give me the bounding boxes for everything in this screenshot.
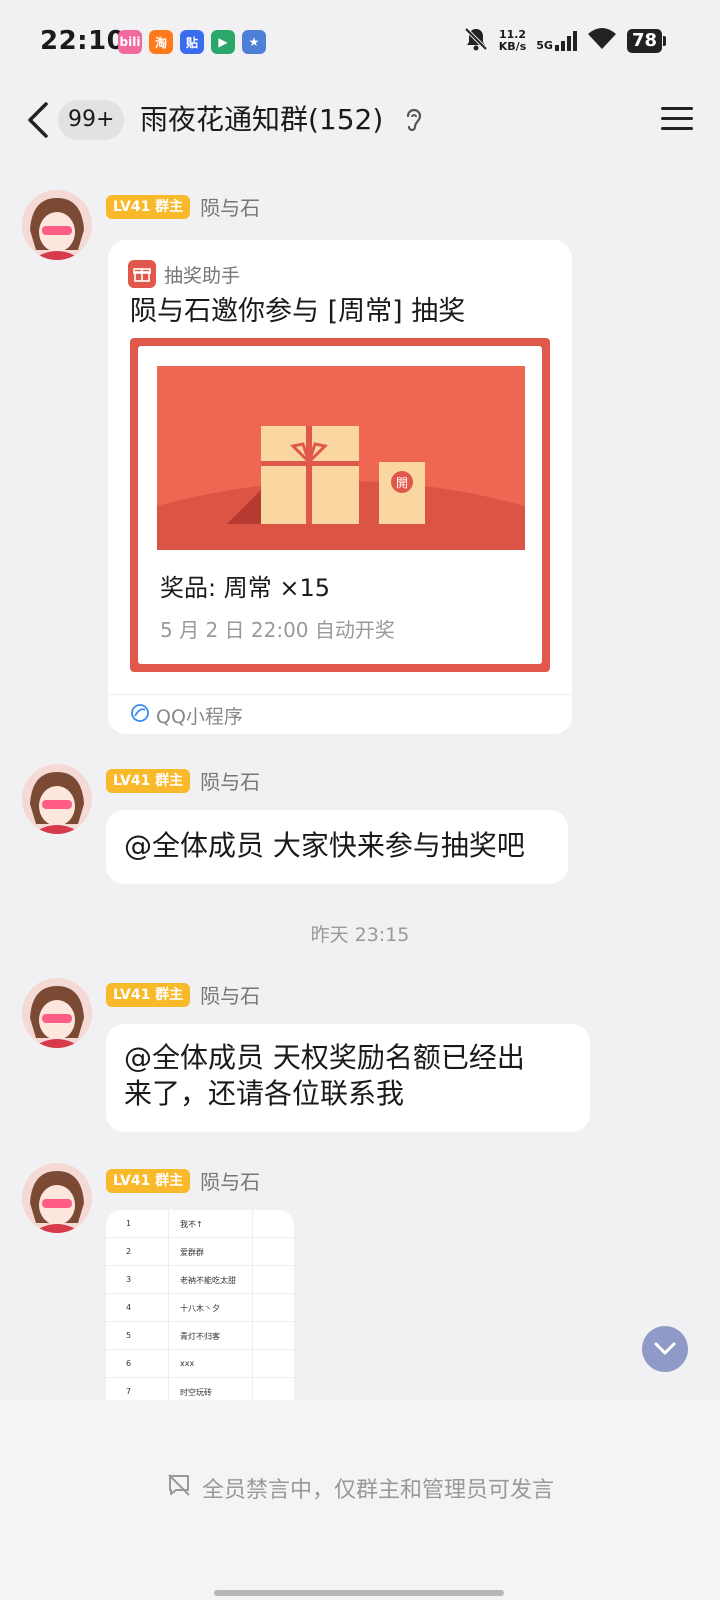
row-number: 2 bbox=[126, 1247, 132, 1256]
row-number: 1 bbox=[126, 1219, 132, 1228]
table-row: 1 我不↑ bbox=[106, 1210, 294, 1238]
page-title[interactable]: 雨夜花通知群(152) bbox=[140, 100, 383, 140]
card-app-name: 抽奖助手 bbox=[164, 264, 241, 287]
level-badge: LV41 群主 bbox=[106, 768, 191, 793]
menu-icon[interactable] bbox=[660, 104, 694, 138]
taobao-icon: 淘 bbox=[149, 30, 173, 54]
cellular-signal-icon: 5G bbox=[536, 31, 577, 51]
lottery-card[interactable]: 抽奖助手 陨与石邀你参与 [周常] 抽奖 開 奖品: 周常 ×15 5 月 2 … bbox=[108, 240, 572, 734]
card-footer-label: QQ小程序 bbox=[156, 706, 243, 728]
table-row: 2 爱群群 bbox=[106, 1238, 294, 1266]
card-app-header: 抽奖助手 bbox=[128, 260, 240, 288]
ear-icon[interactable] bbox=[402, 106, 424, 138]
row-name: 时空玩砖 bbox=[180, 1388, 212, 1397]
notification-app-icons: bili 淘贴 ▶ ★ bbox=[118, 30, 266, 54]
table-row: 4 十八木丶夕 bbox=[106, 1294, 294, 1322]
status-indicators: 11.2 KB/s 5G 78 bbox=[463, 26, 666, 56]
level-badge: LV41 群主 bbox=[106, 194, 191, 219]
gift-banner-image: 開 bbox=[157, 366, 525, 550]
avatar-app-icon: ★ bbox=[242, 30, 266, 54]
level-badge: LV41 群主 bbox=[106, 1168, 191, 1193]
sender-meta: LV41 群主 陨与石 bbox=[106, 766, 260, 795]
input-bar-muted: 全员禁言中，仅群主和管理员可发言 bbox=[0, 1400, 720, 1600]
back-icon[interactable] bbox=[24, 98, 50, 146]
avatar[interactable] bbox=[22, 764, 92, 834]
row-name: 十八木丶夕 bbox=[180, 1304, 220, 1313]
row-name: 爱群群 bbox=[180, 1248, 204, 1257]
row-name: 我不↑ bbox=[180, 1220, 203, 1229]
clock: 22:10 bbox=[40, 26, 126, 56]
tieba-icon: 贴 bbox=[180, 30, 204, 54]
avatar[interactable] bbox=[22, 978, 92, 1048]
card-title: 陨与石邀你参与 [周常] 抽奖 bbox=[130, 296, 466, 327]
svg-text:開: 開 bbox=[396, 476, 408, 490]
net-speed-unit: KB/s bbox=[498, 40, 527, 53]
chevron-down-icon bbox=[654, 1342, 676, 1355]
row-number: 3 bbox=[126, 1275, 132, 1284]
muted-notice-text: 全员禁言中，仅群主和管理员可发言 bbox=[201, 1478, 554, 1503]
card-frame: 開 奖品: 周常 ×15 5 月 2 日 22:00 自动开奖 bbox=[130, 338, 550, 672]
network-type: 5G bbox=[536, 39, 553, 52]
table-row: 5 青灯不归客 bbox=[106, 1322, 294, 1350]
unread-count-badge[interactable]: 99+ bbox=[58, 100, 125, 140]
table-row: 6 xxx bbox=[106, 1350, 294, 1378]
avatar[interactable] bbox=[22, 1163, 92, 1233]
message-bubble[interactable]: @全体成员 大家快来参与抽奖吧 bbox=[106, 810, 568, 884]
bilibili-icon: bili bbox=[118, 30, 142, 54]
avatar[interactable] bbox=[22, 190, 92, 260]
message-text-line: 来了，还请各位联系我 bbox=[124, 1077, 405, 1110]
mute-bell-icon bbox=[463, 26, 489, 56]
home-indicator[interactable] bbox=[214, 1590, 504, 1596]
level-badge: LV41 群主 bbox=[106, 982, 191, 1007]
card-footer: QQ小程序 bbox=[130, 702, 243, 729]
sender-name[interactable]: 陨与石 bbox=[200, 1166, 260, 1195]
muted-notice: 全员禁言中，仅群主和管理员可发言 bbox=[0, 1472, 720, 1504]
row-name: xxx bbox=[180, 1359, 195, 1368]
card-divider bbox=[108, 694, 572, 695]
game-icon: ▶ bbox=[211, 30, 235, 54]
sender-name[interactable]: 陨与石 bbox=[200, 766, 260, 795]
sender-meta: LV41 群主 陨与石 bbox=[106, 980, 260, 1009]
message-bubble[interactable]: @全体成员 天权奖励名额已经出 来了，还请各位联系我 bbox=[106, 1024, 590, 1132]
sender-name[interactable]: 陨与石 bbox=[200, 192, 260, 221]
net-speed: 11.2 KB/s bbox=[499, 29, 526, 53]
sender-meta: LV41 群主 陨与石 bbox=[106, 1166, 260, 1195]
row-name: 老衲不能吃太甜 bbox=[180, 1276, 236, 1285]
row-number: 4 bbox=[126, 1303, 132, 1312]
image-message[interactable]: 1 我不↑ 2 爱群群 3 老衲不能吃太甜 4 十八木丶夕 5 青灯不归客 6 xxx 7 时空玩砖 bbox=[106, 1210, 294, 1400]
battery-tip bbox=[663, 36, 666, 46]
table-row: 7 时空玩砖 bbox=[106, 1378, 294, 1400]
row-name: 青灯不归客 bbox=[180, 1332, 220, 1341]
image-table: 1 我不↑ 2 爱群群 3 老衲不能吃太甜 4 十八木丶夕 5 青灯不归客 6 xxx 7 时空玩砖 bbox=[106, 1210, 294, 1400]
row-number: 6 bbox=[126, 1359, 132, 1368]
wifi-icon bbox=[587, 28, 617, 54]
timestamp: 昨天 23:15 bbox=[310, 924, 410, 946]
prize-text: 奖品: 周常 ×15 bbox=[160, 574, 330, 602]
draw-time: 5 月 2 日 22:00 自动开奖 bbox=[160, 618, 395, 642]
gift-icon bbox=[128, 260, 156, 288]
card-inner: 開 奖品: 周常 ×15 5 月 2 日 22:00 自动开奖 bbox=[138, 346, 542, 664]
scroll-to-bottom-button[interactable] bbox=[642, 1326, 688, 1372]
sender-meta: LV41 群主 陨与石 bbox=[106, 192, 260, 221]
row-number: 7 bbox=[126, 1387, 132, 1396]
table-row: 3 老衲不能吃太甜 bbox=[106, 1266, 294, 1294]
mini-program-icon bbox=[130, 703, 150, 728]
mute-icon bbox=[166, 1472, 192, 1504]
message-text: @全体成员 大家快来参与抽奖吧 bbox=[124, 829, 525, 862]
status-bar: 22:10 bili 淘贴 ▶ ★ 11.2 KB/s 5G 78 bbox=[0, 0, 720, 88]
row-number: 5 bbox=[126, 1331, 132, 1340]
sender-name[interactable]: 陨与石 bbox=[200, 980, 260, 1009]
message-text-line: @全体成员 天权奖励名额已经出 bbox=[124, 1041, 525, 1074]
chat-header: 99+ 雨夜花通知群(152) bbox=[0, 88, 720, 152]
battery-icon: 78 bbox=[626, 29, 662, 53]
